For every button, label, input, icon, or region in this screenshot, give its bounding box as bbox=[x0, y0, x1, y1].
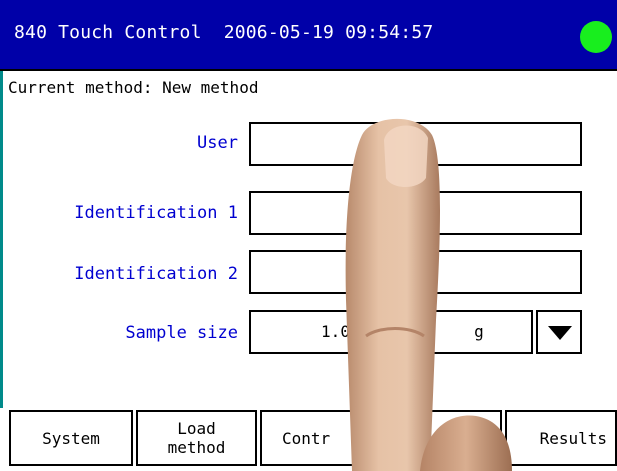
user-field[interactable] bbox=[249, 122, 582, 166]
frame-edge bbox=[0, 71, 3, 411]
load-method-label-line2: method bbox=[167, 438, 226, 457]
control-button-label: Contr bbox=[282, 428, 331, 448]
load-method-label-line1: Load bbox=[177, 419, 216, 438]
results-button[interactable]: Results bbox=[505, 410, 617, 466]
edit-button-label: dit bbox=[457, 428, 486, 448]
identification-2-field[interactable] bbox=[249, 250, 582, 294]
system-button-label: System bbox=[42, 428, 100, 448]
header-title: 840 Touch Control 2006-05-19 09:54:57 bbox=[14, 22, 434, 43]
load-method-button[interactable]: Load method bbox=[136, 410, 257, 466]
user-label: User bbox=[197, 133, 238, 153]
unit-dropdown-button[interactable] bbox=[536, 310, 582, 354]
edit-button[interactable]: dit bbox=[383, 410, 502, 466]
control-button[interactable]: Contr bbox=[260, 410, 380, 466]
results-button-label: Results bbox=[539, 428, 607, 448]
sample-size-field[interactable]: 1.0 bbox=[249, 310, 422, 354]
triangle-down-icon bbox=[548, 326, 572, 340]
status-indicator-icon bbox=[580, 21, 612, 53]
header-bar: 840 Touch Control 2006-05-19 09:54:57 bbox=[0, 0, 617, 71]
sample-size-unit[interactable]: g bbox=[425, 310, 533, 354]
system-button[interactable]: System bbox=[9, 410, 133, 466]
identification-1-label: Identification 1 bbox=[74, 203, 238, 223]
identification-2-label: Identification 2 bbox=[74, 264, 238, 284]
identification-1-field[interactable] bbox=[249, 191, 582, 235]
touch-control-screen: 840 Touch Control 2006-05-19 09:54:57 Cu… bbox=[0, 0, 617, 471]
sample-size-label: Sample size bbox=[125, 323, 238, 343]
current-method-label: Current method: New method bbox=[8, 78, 259, 97]
